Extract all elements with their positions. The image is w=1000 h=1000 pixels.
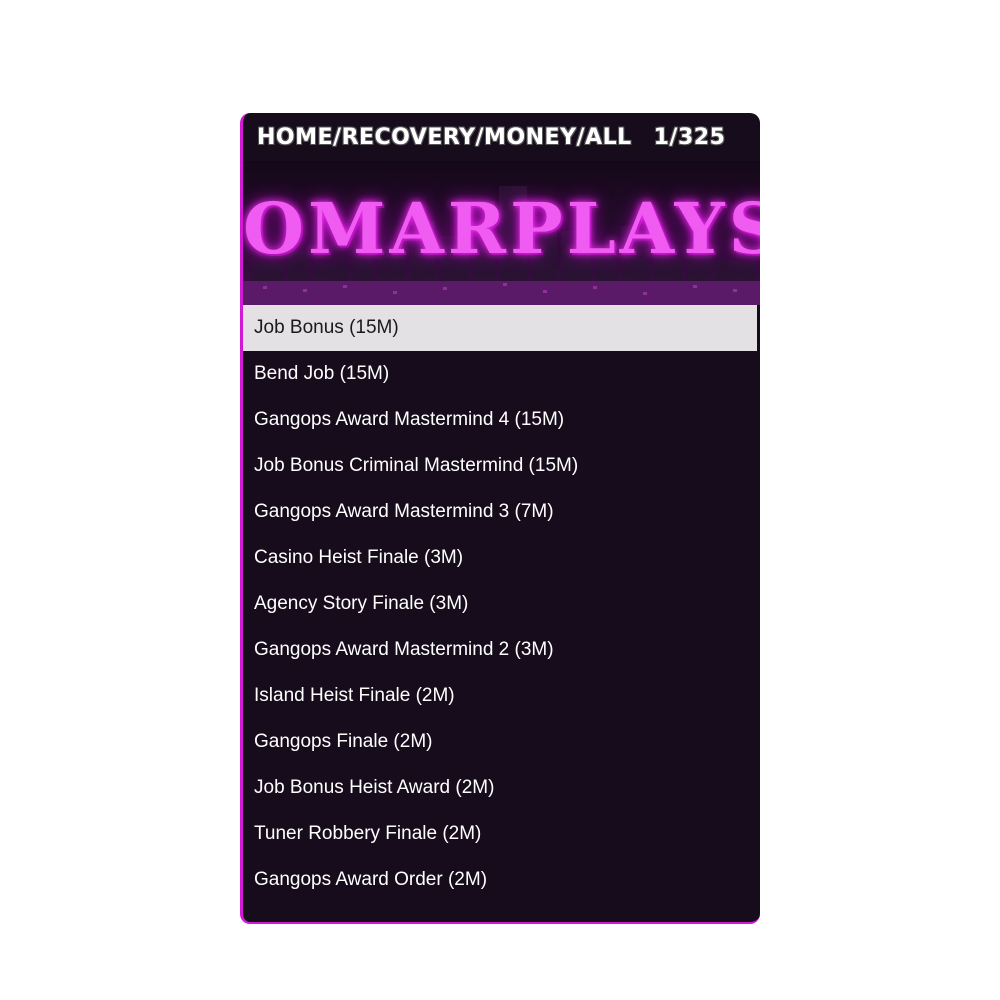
menu-item[interactable]: Casino Heist Finale (3M) bbox=[243, 535, 757, 581]
menu-options-list: Job Bonus (15M) Bend Job (15M) Gangops Awa… bbox=[243, 305, 757, 903]
menu-item[interactable]: Tuner Robbery Finale (2M) bbox=[243, 811, 757, 857]
menu-header: HOME/RECOVERY/MONEY/ALL 1/325 bbox=[243, 113, 760, 161]
menu-item[interactable]: Job Bonus Heist Award (2M) bbox=[243, 765, 757, 811]
menu-item[interactable]: Agency Story Finale (3M) bbox=[243, 581, 757, 627]
menu-item[interactable]: Gangops Award Mastermind 3 (7M) bbox=[243, 489, 757, 535]
banner-logo-title: OMARPLAYS bbox=[243, 187, 760, 270]
item-counter: 1/325 bbox=[653, 124, 726, 150]
menu-banner: OMARPLAYS bbox=[243, 161, 760, 305]
menu-item[interactable]: Island Heist Finale (2M) bbox=[243, 673, 757, 719]
menu-item[interactable]: Job Bonus (15M) bbox=[243, 305, 757, 351]
mod-menu-panel: HOME/RECOVERY/MONEY/ALL 1/325 OMARPLAYS … bbox=[240, 113, 760, 924]
menu-item[interactable]: Gangops Finale (2M) bbox=[243, 719, 757, 765]
menu-item[interactable]: Gangops Award Mastermind 4 (15M) bbox=[243, 397, 757, 443]
menu-item[interactable]: Gangops Award Order (2M) bbox=[243, 857, 757, 903]
menu-item[interactable]: Job Bonus Criminal Mastermind (15M) bbox=[243, 443, 757, 489]
breadcrumb-path: HOME/RECOVERY/MONEY/ALL bbox=[257, 124, 632, 150]
menu-item[interactable]: Bend Job (15M) bbox=[243, 351, 757, 397]
menu-item[interactable]: Gangops Award Mastermind 2 (3M) bbox=[243, 627, 757, 673]
